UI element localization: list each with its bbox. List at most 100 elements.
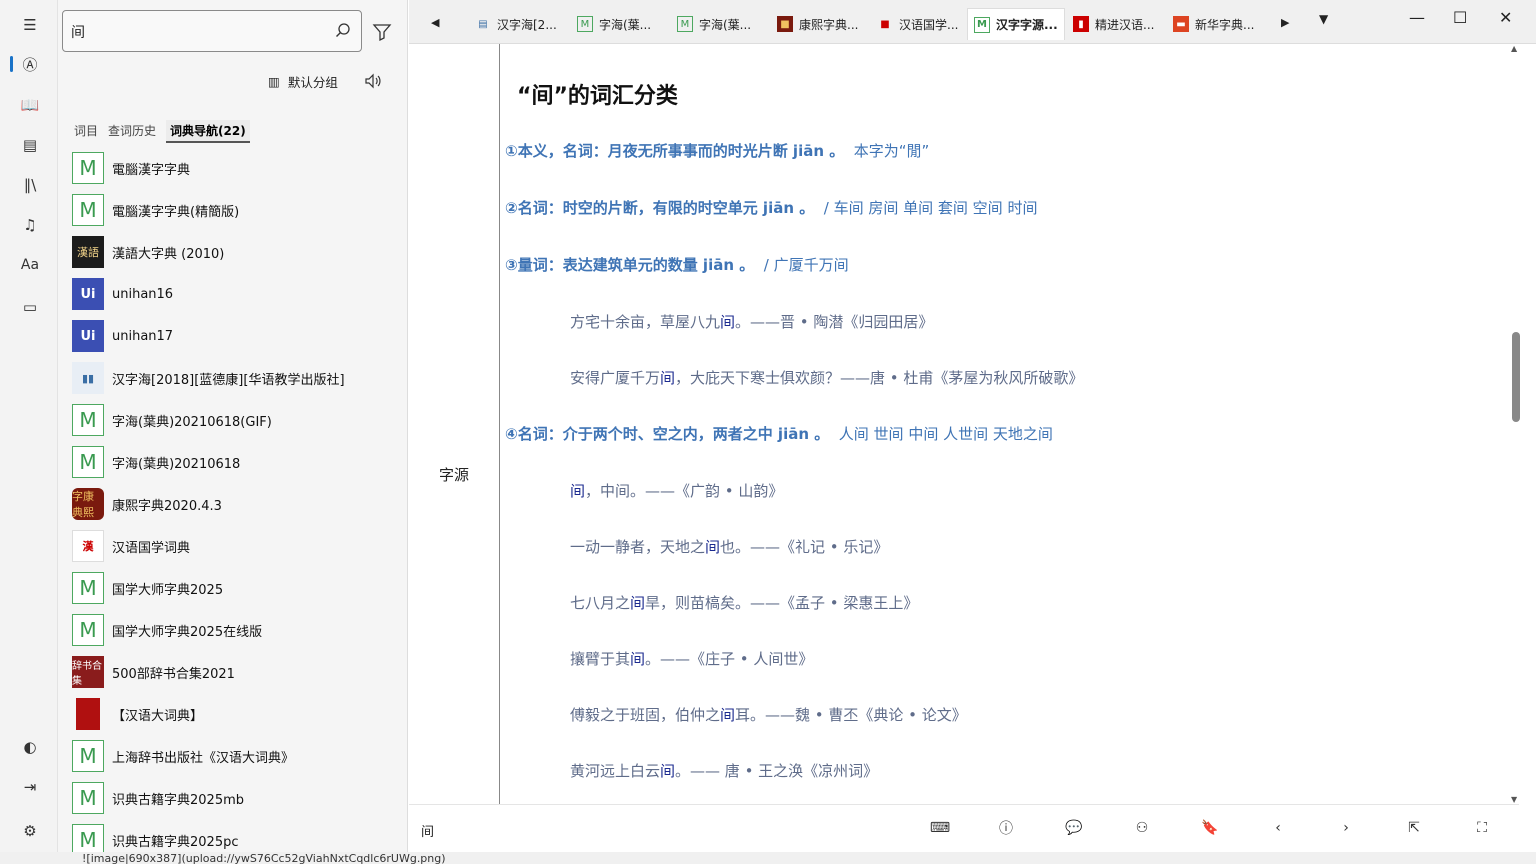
tab-dict-nav[interactable]: 词典导航(22) [166, 120, 250, 143]
scroll-right-icon[interactable]: ▶ [1281, 16, 1289, 29]
current-word: 间 [421, 825, 435, 840]
dict-icon [76, 698, 100, 730]
dict-icon: M [72, 404, 104, 436]
example: 黄河远上白云间。—— 唐 • 王之涣《凉州词》 [570, 762, 879, 780]
example: 间，中间。——《广韵 • 山韵》 [570, 482, 784, 500]
list-item[interactable]: 【汉语大词典】 [72, 693, 402, 735]
exit-icon[interactable]: ⇥ [17, 774, 43, 800]
tab[interactable]: ■ 汉语国学... [871, 8, 964, 40]
scroll-down-icon[interactable]: ▼ [1511, 795, 1517, 804]
dict-icon: M [72, 614, 104, 646]
open-external-icon[interactable]: ⇱ [1403, 817, 1425, 839]
example: 安得广厦千万间，大庇天下寒士俱欢颜？——唐 • 杜甫《茅屋为秋风所破歌》 [570, 369, 1084, 387]
scroll-left-icon[interactable]: ◀ [431, 16, 439, 29]
speaker-icon[interactable] [364, 72, 382, 90]
tab[interactable]: ▤ 汉字海[2... [469, 8, 563, 40]
list-item[interactable]: M 字海(葉典)20210618 [72, 441, 402, 483]
forward-icon[interactable]: › [1335, 817, 1357, 839]
search-box[interactable]: 间 [62, 10, 362, 52]
list-item[interactable]: 漢語 漢語大字典 (2010) [72, 231, 402, 273]
font-icon[interactable]: Aa [17, 252, 43, 278]
speak-user-icon[interactable]: ⚇ [1131, 817, 1153, 839]
dict-icon: ▬ [1173, 16, 1189, 32]
list-item[interactable]: M 電腦漢字字典 [72, 147, 402, 189]
bottom-toolbar: 间 ⌨ ⓘ 💬 ⚇ 🔖 ‹ › ⇱ ⛶ [409, 804, 1519, 852]
example: 攘臂于其间。——《庄子 • 人间世》 [570, 650, 814, 668]
dict-icon: Ui [72, 278, 104, 310]
tab-entries[interactable]: 词目 [74, 120, 98, 143]
example: 一动一静者，天地之间也。——《礼记 • 乐记》 [570, 538, 889, 556]
book-icon[interactable]: 📖 [17, 92, 43, 118]
screen-icon[interactable]: ▭ [17, 294, 43, 320]
dict-icon: ■ [777, 16, 793, 32]
tab[interactable]: M 字海(葉... [671, 8, 757, 40]
list-item[interactable]: ▮▮ 汉字海[2018][蓝德康][华语教学出版社] [72, 357, 402, 399]
example: 方宅十余亩，草屋八九间。——晋 • 陶潜《归园田居》 [570, 313, 934, 331]
list-item[interactable]: 字康典熙 康熙字典2020.4.3 [72, 483, 402, 525]
list-item[interactable]: M 识典古籍字典2025mb [72, 777, 402, 819]
scrollbar[interactable]: ▲ ▼ [1509, 44, 1523, 804]
dict-icon: 漢 [72, 530, 104, 562]
list-item[interactable]: M 字海(葉典)20210618(GIF) [72, 399, 402, 441]
search-input[interactable]: 间 [71, 22, 85, 42]
notebook-icon[interactable]: ▤ [17, 132, 43, 158]
list-item[interactable]: M 国学大师字典2025在线版 [72, 609, 402, 651]
definition: ①本义，名词：月夜无所事事而的时光片断 jiān 。 本字为“閒” [505, 142, 930, 160]
book-icon: ▮▮ [72, 362, 104, 394]
filter-icon[interactable] [372, 22, 392, 42]
dict-icon: ■ [880, 18, 890, 30]
dict-icon: M [72, 446, 104, 478]
background-window-strip: ![image|690x387](upload://ywS76Cc52gViah… [0, 852, 1536, 864]
group-selector[interactable]: ▥ 默认分组 [268, 72, 338, 91]
main-panel: ◀ ▤ 汉字海[2... M 字海(葉... M 字海(葉... ■ 康熙字典... ■… [409, 0, 1536, 864]
list-item[interactable]: 辞书合集 500部辞书合集2021 [72, 651, 402, 693]
entry-content: 字源 “间”的词汇分类 ①本义，名词：月夜无所事事而的时光片断 jiān 。 本… [419, 44, 1509, 804]
tab-bar: ◀ ▤ 汉字海[2... M 字海(葉... M 字海(葉... ■ 康熙字典... ■… [409, 0, 1536, 44]
dict-icon: M [577, 16, 593, 32]
dict-icon: M [974, 16, 990, 33]
dict-icon: M [72, 152, 104, 184]
menu-icon[interactable]: ☰ [17, 12, 43, 38]
group-icon: ▥ [268, 74, 280, 89]
left-rail: ☰ Ⓐ 📖 ▤ ∥\ ♫ Aa ▭ ◐ ⇥ ⚙ [0, 0, 58, 864]
audio-icon[interactable]: ♫ [17, 212, 43, 238]
scroll-up-icon[interactable]: ▲ [1511, 44, 1517, 53]
scrollbar-thumb[interactable] [1512, 332, 1520, 422]
dict-icon: Ui [72, 320, 104, 352]
definition: ②名词：时空的片断，有限的时空单元 jiān 。 / 车间 房间 单间 套间 空… [505, 199, 1038, 217]
example: 傅毅之于班固，伯仲之间耳。——魏 • 曹丕《典论 • 论文》 [570, 706, 967, 724]
close-icon[interactable]: ✕ [1499, 8, 1512, 27]
bookmark-icon[interactable]: 🔖 [1199, 817, 1221, 839]
fullscreen-icon[interactable]: ⛶ [1471, 817, 1493, 839]
comment-icon[interactable]: 💬 [1063, 817, 1085, 839]
tab[interactable]: M 字海(葉... [571, 8, 657, 40]
lookup-icon[interactable]: Ⓐ [10, 51, 43, 77]
dict-icon: M [72, 194, 104, 226]
list-item[interactable]: 漢汉语国学词典 [72, 525, 402, 567]
list-item[interactable]: M 電腦漢字字典(精簡版) [72, 189, 402, 231]
list-item[interactable]: M 国学大师字典2025 [72, 567, 402, 609]
tab[interactable]: ▬ 新华字典... [1167, 8, 1260, 40]
definition: ③量词：表达建筑单元的数量 jiān 。 / 广厦千万间 [505, 256, 849, 274]
list-item[interactable]: Ui unihan17 [72, 315, 402, 357]
maximize-icon[interactable]: ☐ [1453, 8, 1467, 27]
theme-icon[interactable]: ◐ [17, 734, 43, 760]
search-icon[interactable] [335, 22, 351, 38]
library-icon[interactable]: ∥\ [17, 172, 43, 198]
settings-icon[interactable]: ⚙ [17, 818, 43, 844]
tab-active[interactable]: M 汉字字源... [967, 8, 1065, 40]
dict-icon: M [72, 572, 104, 604]
list-item[interactable]: M 上海辞书出版社《汉语大词典》 [72, 735, 402, 777]
console-icon[interactable]: ⌨ [929, 817, 951, 839]
list-item[interactable]: Ui unihan16 [72, 273, 402, 315]
tab[interactable]: ▮ 精进汉语... [1067, 8, 1160, 40]
tab-history[interactable]: 查词历史 [108, 120, 156, 143]
info-icon[interactable]: ⓘ [995, 817, 1017, 839]
dictionary-list: M 電腦漢字字典 M 電腦漢字字典(精簡版) 漢語 漢語大字典 (2010) Ui un… [72, 147, 402, 857]
tab[interactable]: ■ 康熙字典... [771, 8, 864, 40]
minimize-icon[interactable]: — [1409, 8, 1425, 27]
back-icon[interactable]: ‹ [1267, 817, 1289, 839]
dict-icon: 字康典熙 [72, 488, 104, 520]
dict-icon: M [677, 16, 693, 32]
tab-list-icon[interactable]: ▼ [1319, 12, 1328, 26]
